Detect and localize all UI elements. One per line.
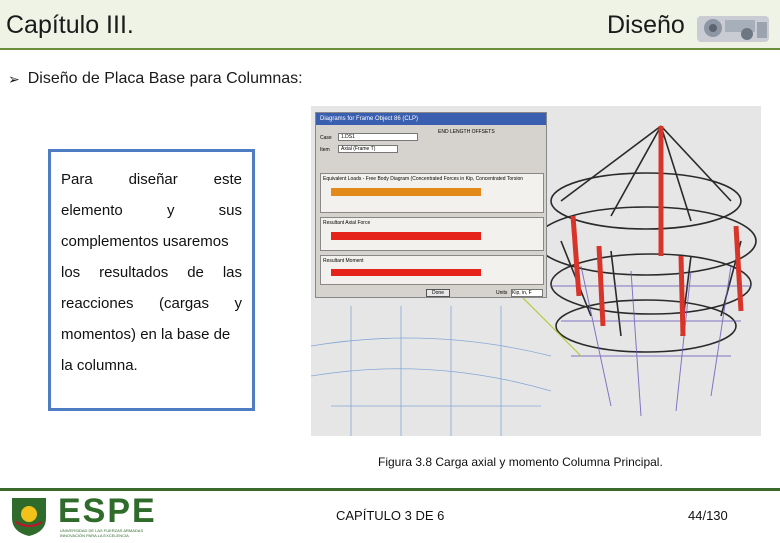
bullet-heading: ➢ Diseño de Placa Base para Columnas: bbox=[8, 70, 303, 88]
word: sus bbox=[218, 202, 242, 219]
slide-header: Capítulo III. Diseño bbox=[0, 0, 780, 50]
text-line: la columna. bbox=[61, 357, 138, 374]
frame-diagram-dialog: Diagrams for Frame Object 86 (CLP) Case … bbox=[315, 112, 547, 298]
chapter-indicator: CAPÍTULO 3 DE 6 bbox=[336, 508, 445, 523]
word: (cargas bbox=[159, 295, 210, 312]
word: de bbox=[187, 264, 204, 281]
dialog-title: Diagrams for Frame Object 86 (CLP) bbox=[316, 113, 546, 125]
axial-bar bbox=[331, 232, 481, 240]
logo-subtitle-2: INNOVACIÓN PARA LA EXCELENCIA bbox=[60, 533, 129, 538]
case-select[interactable]: 1.DS1 bbox=[338, 133, 418, 141]
bullet-text: Diseño de Placa Base para Columnas: bbox=[27, 70, 303, 87]
done-button[interactable]: Done bbox=[426, 289, 450, 297]
word: los bbox=[61, 264, 81, 281]
load-bar bbox=[331, 188, 481, 196]
moment-bar bbox=[331, 269, 481, 276]
logo-wordmark: ESPE bbox=[58, 492, 157, 530]
word: y bbox=[234, 295, 242, 312]
word: y bbox=[166, 202, 175, 219]
arrow-bullet-icon: ➢ bbox=[8, 70, 20, 87]
text-line: elemento y sus bbox=[61, 195, 242, 226]
axial-panel: Resultant Axial Force bbox=[320, 217, 544, 251]
moment-label: Resultant Moment bbox=[323, 258, 364, 264]
text-line: complementos usaremos bbox=[61, 233, 229, 250]
axial-label: Resultant Axial Force bbox=[323, 220, 371, 226]
word: Para bbox=[61, 171, 93, 188]
item-select[interactable]: Axial (Frame T) bbox=[338, 145, 398, 153]
text-line: momentos) en la base de bbox=[61, 326, 231, 343]
header-machinery-image bbox=[697, 16, 769, 42]
page-number: 44/130 bbox=[688, 508, 728, 523]
espe-logo: ESPE UNIVERSIDAD DE LAS FUERZAS ARMADAS … bbox=[6, 492, 216, 538]
word: reacciones bbox=[61, 295, 134, 312]
word: resultados bbox=[99, 264, 169, 281]
text-line: reacciones (cargas y bbox=[61, 288, 242, 319]
units-label: Units bbox=[496, 290, 508, 296]
units-select[interactable]: Kip, in, F bbox=[511, 289, 543, 297]
case-label: Case bbox=[320, 135, 332, 141]
moment-panel: Resultant Moment bbox=[320, 255, 544, 285]
chapter-title: Capítulo III. bbox=[6, 11, 134, 39]
text-line: Para diseñar este bbox=[61, 164, 242, 195]
figure-caption: Figura 3.8 Carga axial y momento Columna… bbox=[378, 455, 663, 469]
word: este bbox=[213, 171, 242, 188]
word: las bbox=[222, 264, 242, 281]
end-length-label: END LENGTH OFFSETS bbox=[438, 129, 495, 135]
item-label: Item bbox=[320, 147, 330, 153]
description-textbox: Para diseñar este elemento y sus complem… bbox=[48, 149, 255, 411]
free-body-label: Equivalent Loads - Free Body Diagram (Co… bbox=[323, 176, 523, 182]
word: elemento bbox=[61, 202, 123, 219]
section-title: Diseño bbox=[607, 11, 685, 39]
text-line: los resultados de las bbox=[61, 257, 242, 288]
free-body-panel: Equivalent Loads - Free Body Diagram (Co… bbox=[320, 173, 544, 213]
structure-figure: Diagrams for Frame Object 86 (CLP) Case … bbox=[311, 106, 761, 436]
footer-divider bbox=[0, 488, 780, 491]
word: diseñar bbox=[128, 171, 178, 188]
